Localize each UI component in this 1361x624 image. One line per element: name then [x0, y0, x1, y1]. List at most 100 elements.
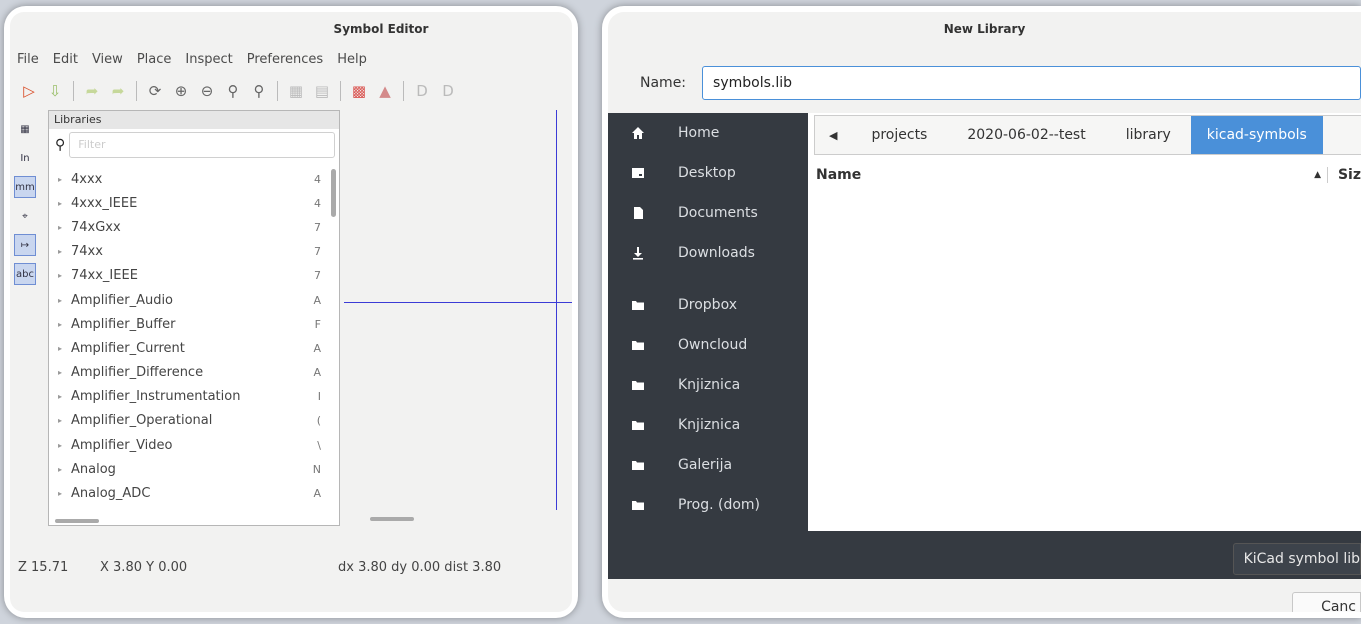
sidebar-place-item[interactable]: Knjiznica — [608, 365, 808, 405]
zoom-out-icon[interactable]: ⊖ — [196, 80, 218, 102]
expand-arrow-icon[interactable]: ▸ — [49, 489, 71, 498]
folder-icon — [628, 418, 648, 432]
menu-place[interactable]: Place — [130, 52, 179, 74]
undo-icon[interactable]: ➦ — [81, 80, 103, 102]
library-item[interactable]: ▸ Amplifier_Video \ — [49, 433, 325, 457]
sidebar-place-item[interactable]: Documents — [608, 193, 808, 233]
sidebar-place-item[interactable]: Galerija — [608, 445, 808, 485]
cancel-button[interactable]: Canc — [1292, 592, 1361, 612]
sidebar-place-item[interactable]: Home — [608, 113, 808, 153]
expand-arrow-icon[interactable]: ▸ — [49, 320, 71, 329]
check-icon[interactable]: ▲ — [374, 80, 396, 102]
symbol-properties-icon[interactable]: ▦ — [285, 80, 307, 102]
sidebar-place-label: Knjiznica — [678, 417, 741, 433]
expand-arrow-icon[interactable]: ▸ — [49, 416, 71, 425]
library-item[interactable]: ▸ Amplifier_Audio A — [49, 288, 325, 312]
dialog-title: New Library — [943, 22, 1026, 36]
menu-edit[interactable]: Edit — [46, 52, 85, 74]
sidebar-place-item[interactable]: Downloads — [608, 233, 808, 273]
toolbar-separator — [277, 81, 278, 101]
save-icon[interactable]: ⇩ — [44, 80, 66, 102]
library-item[interactable]: ▸ Analog_ADC A — [49, 481, 325, 505]
new-library-dialog: New Library Name: symbols.lib Home Deskto… — [602, 6, 1361, 618]
new-symbol-icon[interactable]: ▷ — [18, 80, 40, 102]
expand-arrow-icon[interactable]: ▸ — [49, 247, 71, 256]
filter-input[interactable]: Filter — [69, 132, 335, 158]
sidebar-place-item[interactable]: Prog. (dom) — [608, 485, 808, 525]
column-header: Name ▲ Siz — [814, 161, 1361, 189]
size-column-header[interactable]: Siz — [1326, 167, 1361, 183]
menu-preferences[interactable]: Preferences — [240, 52, 330, 74]
library-name: Amplifier_Instrumentation — [71, 389, 241, 405]
library-item[interactable]: ▸ Amplifier_Buffer F — [49, 312, 325, 336]
library-description: 4 — [314, 172, 321, 186]
sidebar-place-item[interactable]: Knjiznica — [608, 405, 808, 445]
library-description: I — [317, 390, 321, 404]
library-item[interactable]: ▸ 74xx 7 — [49, 240, 325, 264]
menu-help[interactable]: Help — [330, 52, 374, 74]
pin-table-icon[interactable]: ▤ — [311, 80, 333, 102]
library-tree[interactable]: ▸ 4xxx 4 ▸ 4xxx_IEEE 4 ▸ 74xGxx 7 ▸ 74xx 7 ▸ 74xx_IEE… — [49, 167, 325, 517]
menu-view[interactable]: View — [85, 52, 130, 74]
refresh-icon[interactable]: ⟳ — [144, 80, 166, 102]
download-icon — [628, 246, 648, 260]
grid-icon[interactable]: ▦ — [14, 118, 36, 140]
path-button-projects[interactable]: projects — [851, 127, 947, 143]
canvas-scrollbar[interactable] — [370, 517, 414, 521]
zoom-selection-icon[interactable]: ⚲ — [248, 80, 270, 102]
file-type-filter[interactable]: KiCad symbol lib — [1232, 543, 1361, 575]
cursor-icon[interactable]: ⌖ — [14, 205, 36, 227]
path-button-library[interactable]: library — [1106, 127, 1191, 143]
name-column-header[interactable]: Name — [816, 167, 861, 183]
library-item[interactable]: ▸ Amplifier_Instrumentation I — [49, 385, 325, 409]
expand-arrow-icon[interactable]: ▸ — [49, 175, 71, 184]
sidebar-place-label: Dropbox — [678, 297, 737, 313]
library-item[interactable]: ▸ 4xxx 4 — [49, 167, 325, 191]
de-morgan-standard-icon[interactable]: D — [411, 80, 433, 102]
library-item[interactable]: ▸ 74xx_IEEE 7 — [49, 264, 325, 288]
library-description: 7 — [314, 269, 321, 283]
show-pin-names-button[interactable]: abc — [14, 263, 36, 285]
expand-arrow-icon[interactable]: ▸ — [49, 368, 71, 377]
datasheet-icon[interactable]: ▩ — [348, 80, 370, 102]
units-mm-button[interactable]: mm — [14, 176, 36, 198]
library-item[interactable]: ▸ Amplifier_Difference A — [49, 361, 325, 385]
path-button-current[interactable]: kicad-symbols — [1190, 116, 1323, 154]
menu-file[interactable]: File — [10, 52, 46, 74]
main-toolbar: ▷ ⇩ ➦ ➦ ⟳ ⊕ ⊖ ⚲ ⚲ ▦ ▤ ▩ ▲ D D — [10, 76, 572, 106]
units-inch-button[interactable]: In — [14, 147, 36, 169]
zoom-fit-icon[interactable]: ⚲ — [222, 80, 244, 102]
expand-arrow-icon[interactable]: ▸ — [49, 223, 71, 232]
library-item[interactable]: ▸ Analog N — [49, 457, 325, 481]
redo-icon[interactable]: ➦ — [107, 80, 129, 102]
zoom-in-icon[interactable]: ⊕ — [170, 80, 192, 102]
library-item[interactable]: ▸ Amplifier_Operational ( — [49, 409, 325, 433]
filename-input[interactable]: symbols.lib — [702, 66, 1361, 100]
sidebar-place-item[interactable]: Desktop — [608, 153, 808, 193]
expand-arrow-icon[interactable]: ▸ — [49, 271, 71, 280]
library-item[interactable]: ▸ 4xxx_IEEE 4 — [49, 191, 325, 215]
expand-arrow-icon[interactable]: ▸ — [49, 392, 71, 401]
sidebar-place-item[interactable]: Owncloud — [608, 325, 808, 365]
library-item[interactable]: ▸ 74xGxx 7 — [49, 215, 325, 239]
menu-inspect[interactable]: Inspect — [178, 52, 239, 74]
sidebar-place-item[interactable]: Dropbox — [608, 285, 808, 325]
search-icon: ⚲ — [55, 137, 66, 153]
path-button-date[interactable]: 2020-06-02--test — [947, 127, 1105, 143]
pin-length-icon[interactable]: ↦ — [14, 234, 36, 256]
expand-arrow-icon[interactable]: ▸ — [49, 344, 71, 353]
path-back-icon[interactable]: ◀ — [815, 129, 851, 142]
expand-arrow-icon[interactable]: ▸ — [49, 465, 71, 474]
de-morgan-alternate-icon[interactable]: D — [437, 80, 459, 102]
library-description: 7 — [314, 220, 321, 234]
expand-arrow-icon[interactable]: ▸ — [49, 199, 71, 208]
library-item[interactable]: ▸ Amplifier_Current A — [49, 336, 325, 360]
sort-ascending-icon[interactable]: ▲ — [1314, 170, 1321, 180]
library-name: 74xGxx — [71, 219, 121, 235]
expand-arrow-icon[interactable]: ▸ — [49, 441, 71, 450]
library-hscrollbar[interactable] — [55, 519, 99, 523]
expand-arrow-icon[interactable]: ▸ — [49, 296, 71, 305]
library-scrollbar[interactable] — [331, 169, 336, 217]
library-name: Amplifier_Audio — [71, 292, 174, 308]
sidebar-place-label: Prog. (dom) — [678, 497, 761, 513]
